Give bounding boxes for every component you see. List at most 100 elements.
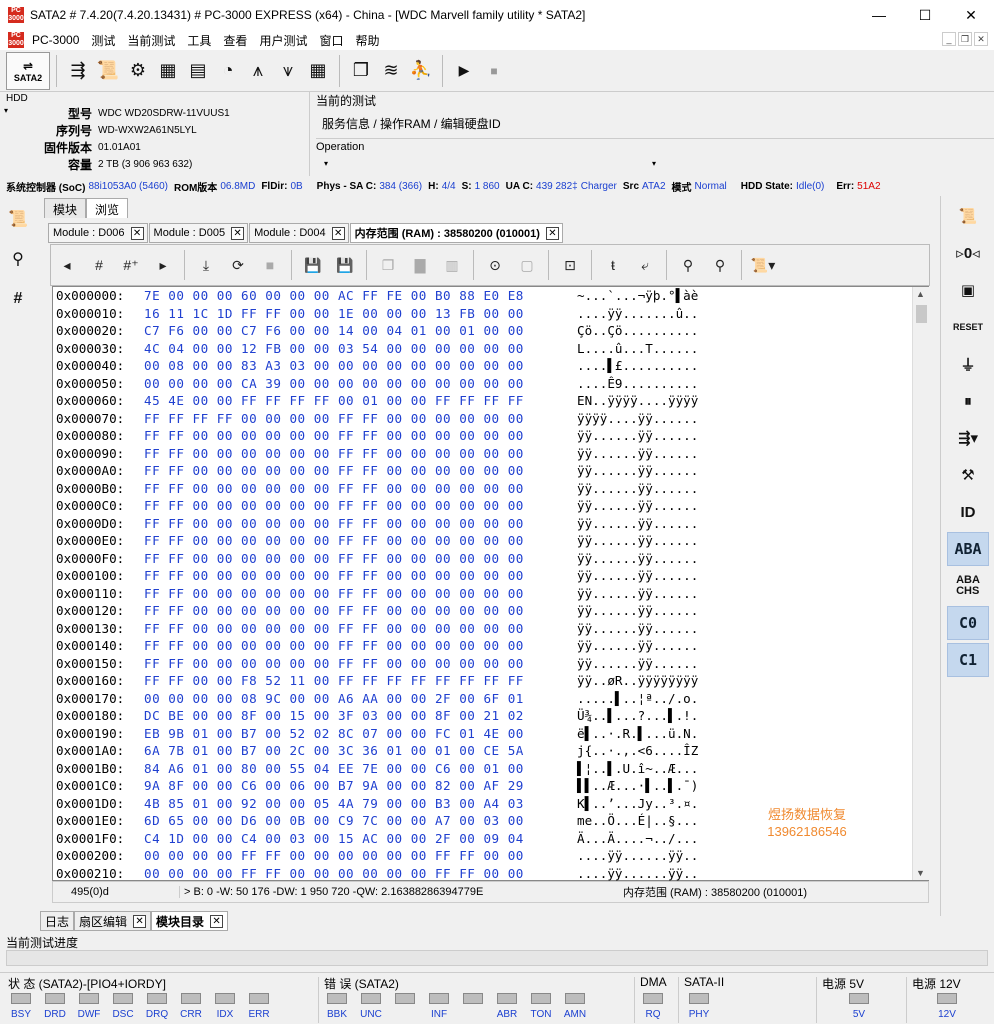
copy-icon[interactable]: ❐	[346, 56, 376, 86]
row-bytes[interactable]: FF FF 00 00 00 00 00 00 FF FF 00 00 00 0…	[144, 620, 574, 638]
hex-row[interactable]: 0x000160: FF FF 00 00 F8 52 11 00 FF FF F…	[56, 672, 737, 690]
operation-dropdown-right-icon[interactable]: ▾	[652, 159, 656, 168]
disk-icon[interactable]: ◔	[213, 56, 243, 86]
hex-row[interactable]: 0x000070: FF FF FF FF 00 00 00 00 FF FF 0…	[56, 410, 737, 428]
play-icon[interactable]: ▶	[449, 56, 479, 86]
find-icon[interactable]: ⚲	[674, 251, 702, 279]
row-bytes[interactable]: 6D 65 00 00 D6 00 0B 00 C9 7C 00 00 A7 0…	[144, 812, 574, 830]
hex-row[interactable]: 0x000030: 4C 04 00 00 12 FB 00 00 03 54 0…	[56, 340, 737, 358]
hex-row[interactable]: 0x0001B0: 84 A6 01 00 80 00 55 04 EE 7E 0…	[56, 760, 737, 778]
hex-row[interactable]: 0x000130: FF FF 00 00 00 00 00 00 FF FF 0…	[56, 620, 737, 638]
refresh-icon[interactable]: ⟳	[224, 251, 252, 279]
row-bytes[interactable]: FF FF FF FF 00 00 00 00 FF FF 00 00 00 0…	[144, 410, 574, 428]
row-bytes[interactable]: 00 00 00 00 08 9C 00 00 A6 AA 00 00 2F 0…	[144, 690, 574, 708]
calc-icon[interactable]: ▢	[513, 251, 541, 279]
hex-row[interactable]: 0x000120: FF FF 00 00 00 00 00 00 FF FF 0…	[56, 602, 737, 620]
row-ascii[interactable]: ÿÿ......ÿÿ......	[577, 497, 737, 515]
close-icon[interactable]: ✕	[331, 226, 345, 240]
row-bytes[interactable]: 4B 85 01 00 92 00 00 05 4A 79 00 00 B3 0…	[144, 795, 574, 813]
row-ascii[interactable]: ....▌£..........	[577, 357, 737, 375]
tab-module-d006[interactable]: Module : D006 ✕	[48, 223, 148, 243]
hash-down-icon[interactable]: #	[85, 251, 113, 279]
row-bytes[interactable]: FF FF 00 00 00 00 00 00 FF FF 00 00 00 0…	[144, 497, 574, 515]
menu-test[interactable]: 测试	[85, 32, 121, 49]
tab-modules[interactable]: 模块	[44, 198, 87, 218]
save-icon[interactable]: 💾	[299, 251, 327, 279]
hex-row[interactable]: 0x000200: 00 00 00 00 FF FF 00 00 00 00 0…	[56, 847, 737, 865]
compare-icon[interactable]: ▥	[438, 251, 466, 279]
hex-row[interactable]: 0x000010: 16 11 1C 1D FF FF 00 00 1E 00 0…	[56, 305, 737, 323]
add-hash-icon[interactable]: #	[0, 282, 36, 316]
hex-row[interactable]: 0x0001A0: 6A 7B 01 00 B7 00 2C 00 3C 36 0…	[56, 742, 737, 760]
flash-icon[interactable]: ⩚	[243, 56, 273, 86]
hex-row[interactable]: 0x000170: 00 00 00 00 08 9C 00 00 A6 AA 0…	[56, 690, 737, 708]
row-ascii[interactable]: j{..·.,.<6....ÎZ	[577, 742, 737, 760]
hdd-dropdown-icon[interactable]: ▾	[4, 106, 8, 115]
row-ascii[interactable]: ÿÿ......ÿÿ......	[577, 515, 737, 533]
row-bytes[interactable]: DC BE 00 00 8F 00 15 00 3F 03 00 00 8F 0…	[144, 707, 574, 725]
row-bytes[interactable]: 00 00 00 00 FF FF 00 00 00 00 00 00 FF F…	[144, 865, 574, 883]
hex-row[interactable]: 0x000060: 45 4E 00 00 FF FF FF FF 00 01 0…	[56, 392, 737, 410]
scroll-thumb[interactable]	[916, 305, 927, 323]
row-ascii[interactable]: ÿÿ......ÿÿ......	[577, 567, 737, 585]
row-bytes[interactable]: FF FF 00 00 00 00 00 00 FF FF 00 00 00 0…	[144, 602, 574, 620]
tab-module-dir[interactable]: 模块目录 ✕	[151, 911, 229, 931]
paste-icon[interactable]: ▇	[406, 251, 434, 279]
menu-window[interactable]: 窗口	[313, 32, 349, 49]
doc-menu-icon[interactable]: 📜▾	[749, 251, 777, 279]
lba-button[interactable]: ABA	[947, 532, 989, 566]
hex-row[interactable]: 0x000040: 00 08 00 00 83 A3 03 00 00 00 0…	[56, 357, 737, 375]
save-as-icon[interactable]: 💾	[331, 251, 359, 279]
mdi-restore-icon[interactable]: ❐	[958, 32, 972, 46]
row-ascii[interactable]: ~...`...¬ÿþ.°▌àè	[577, 287, 737, 305]
hex-row[interactable]: 0x000180: DC BE 00 00 8F 00 15 00 3F 03 0…	[56, 707, 737, 725]
menu-help[interactable]: 帮助	[349, 32, 385, 49]
tab-module-d005[interactable]: Module : D005 ✕	[148, 223, 249, 243]
doc-icon[interactable]: 📜	[947, 199, 989, 233]
next-arrow-icon[interactable]: ▸	[149, 251, 177, 279]
menu-tools[interactable]: 工具	[181, 32, 217, 49]
hex-row[interactable]: 0x000210: 00 00 00 00 FF FF 00 00 00 00 0…	[56, 865, 737, 883]
operation-dropdown-left-icon[interactable]: ▾	[324, 159, 328, 168]
row-bytes[interactable]: FF FF 00 00 00 00 00 00 FF FF 00 00 00 0…	[144, 585, 574, 603]
hex-editor[interactable]: 0x000000: 7E 00 00 00 60 00 00 00 AC FF F…	[52, 286, 929, 881]
search-key-icon[interactable]: ⚲	[0, 242, 36, 276]
sata2-button[interactable]: ⇌ SATA2	[6, 51, 50, 90]
row-bytes[interactable]: 00 00 00 00 FF FF 00 00 00 00 00 00 FF F…	[144, 847, 574, 865]
prev-arrow-icon[interactable]: ◂	[53, 251, 81, 279]
mdi-close-icon[interactable]: ✕	[974, 32, 988, 46]
row-bytes[interactable]: C7 F6 00 00 C7 F6 00 00 14 00 04 01 00 0…	[144, 322, 574, 340]
row-bytes[interactable]: 6A 7B 01 00 B7 00 2C 00 3C 36 01 00 01 0…	[144, 742, 574, 760]
page-search-icon[interactable]: ⊡	[556, 251, 584, 279]
text-icon[interactable]: ŧ	[599, 251, 627, 279]
vertical-scrollbar[interactable]: ▲ ▼	[912, 287, 929, 880]
row-ascii[interactable]: ÿÿ......ÿÿ......	[577, 655, 737, 673]
hex-row[interactable]: 0x000050: 00 00 00 00 CA 39 00 00 00 00 0…	[56, 375, 737, 393]
find-next-icon[interactable]: ⚲	[706, 251, 734, 279]
row-bytes[interactable]: FF FF 00 00 00 00 00 00 FF FF 00 00 00 0…	[144, 637, 574, 655]
row-ascii[interactable]: ÿÿ......ÿÿ......	[577, 427, 737, 445]
row-bytes[interactable]: 45 4E 00 00 FF FF FF FF 00 01 00 00 FF F…	[144, 392, 574, 410]
row-bytes[interactable]: FF FF 00 00 00 00 00 00 FF FF 00 00 00 0…	[144, 462, 574, 480]
row-bytes[interactable]: FF FF 00 00 00 00 00 00 FF FF 00 00 00 0…	[144, 567, 574, 585]
row-bytes[interactable]: FF FF 00 00 00 00 00 00 FF FF 00 00 00 0…	[144, 480, 574, 498]
hex-row[interactable]: 0x000000: 7E 00 00 00 60 00 00 00 AC FF F…	[56, 287, 737, 305]
hex-row[interactable]: 0x0000E0: FF FF 00 00 00 00 00 00 FF FF 0…	[56, 532, 737, 550]
close-icon[interactable]: ✕	[210, 914, 224, 928]
row-ascii[interactable]: ÿÿ......ÿÿ......	[577, 480, 737, 498]
tab-sector-edit[interactable]: 扇区编辑 ✕	[74, 911, 152, 931]
row-ascii[interactable]: ....ÿÿ......ÿÿ..	[577, 847, 737, 865]
row-ascii[interactable]: L....û...T......	[577, 340, 737, 358]
hex-row[interactable]: 0x0001C0: 9A 8F 00 00 C6 00 06 00 B7 9A 0…	[56, 777, 737, 795]
hex-row[interactable]: 0x000080: FF FF 00 00 00 00 00 00 FF FF 0…	[56, 427, 737, 445]
row-ascii[interactable]: ÿÿ......ÿÿ......	[577, 445, 737, 463]
menu-pc3000[interactable]: PC-3000	[26, 33, 85, 47]
row-bytes[interactable]: 7E 00 00 00 60 00 00 00 AC FF FE 00 B0 8…	[144, 287, 574, 305]
row-ascii[interactable]: ÿÿ......ÿÿ......	[577, 585, 737, 603]
row-bytes[interactable]: 9A 8F 00 00 C6 00 06 00 B7 9A 00 00 82 0…	[144, 777, 574, 795]
stop-icon[interactable]: ■	[479, 56, 509, 86]
row-ascii[interactable]: Ü¾..▌...?...▌.!.	[577, 707, 737, 725]
row-bytes[interactable]: 00 08 00 00 83 A3 03 00 00 00 00 00 00 0…	[144, 357, 574, 375]
tools-icon[interactable]: ⚒	[947, 458, 989, 492]
row-ascii[interactable]: ÿÿÿÿ....ÿÿ......	[577, 410, 737, 428]
